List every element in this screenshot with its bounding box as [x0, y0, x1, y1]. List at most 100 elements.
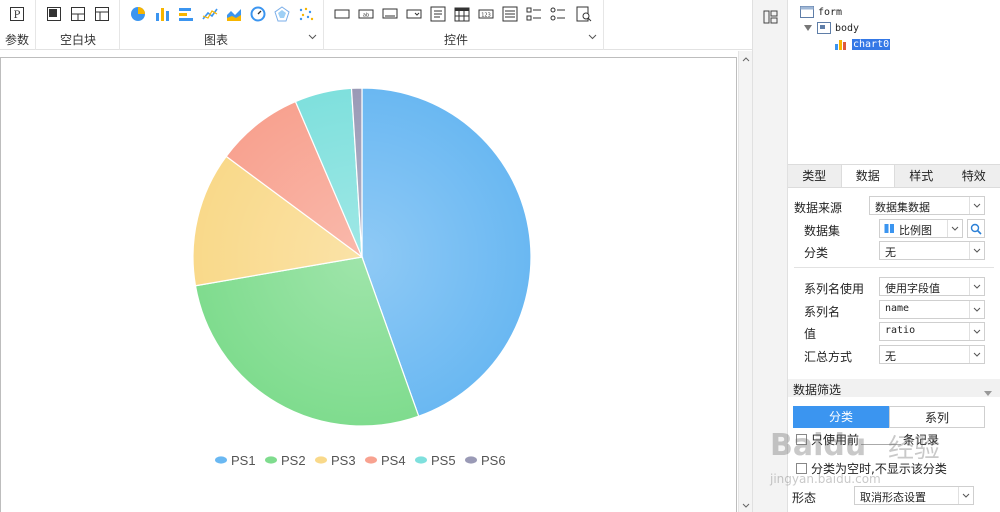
chart-widget-frame[interactable]: PS1 PS2 PS3 PS4 PS5 PS6: [0, 57, 737, 512]
scatter-chart-icon[interactable]: [298, 6, 314, 22]
param-icon[interactable]: P: [9, 6, 25, 22]
value-select[interactable]: ratio: [879, 322, 985, 341]
line-chart-icon[interactable]: [202, 6, 218, 22]
chevron-down-icon: [969, 278, 984, 295]
tree-node-chart[interactable]: chart0: [834, 37, 891, 51]
shape-label: 形态: [792, 491, 817, 505]
series-name-select[interactable]: name: [879, 300, 985, 319]
tree-node-body-label: body: [835, 22, 860, 34]
checkbox-group-widget-icon[interactable]: [526, 6, 542, 22]
legend-item-ps1[interactable]: PS1: [215, 453, 256, 468]
chevron-down-icon: [969, 197, 984, 214]
scroll-down-icon[interactable]: [741, 500, 751, 510]
gauge-chart-icon[interactable]: [250, 6, 266, 22]
summary-select[interactable]: 无: [879, 345, 985, 364]
dataset-preview-button[interactable]: [967, 219, 985, 238]
only-use-first-records-option[interactable]: 只使用前 条记录: [796, 431, 939, 447]
dataset-select[interactable]: 比例图: [879, 219, 963, 238]
chart-group-expand-icon[interactable]: [306, 31, 318, 43]
date-widget-icon[interactable]: [454, 6, 470, 22]
chevron-down-icon: [969, 301, 984, 318]
legend-marker-ps5: [415, 456, 427, 464]
svg-text:123: 123: [481, 13, 491, 19]
toolbar-group-label-widget: 控件: [444, 33, 469, 47]
data-filter-section[interactable]: 数据筛选: [788, 379, 1000, 397]
segment-category[interactable]: 分类: [793, 406, 889, 428]
blank-block-split-icon[interactable]: [70, 6, 86, 22]
hide-empty-category-label: 分类为空时,不显示该分类: [811, 461, 947, 476]
widget-group-expand-icon[interactable]: [586, 31, 598, 43]
record-count-field[interactable]: [861, 433, 902, 445]
data-source-label: 数据来源: [794, 201, 843, 215]
toolbar-group-label-chart: 图表: [204, 33, 229, 47]
body-icon: [817, 22, 831, 34]
pie-chart: PS1 PS2 PS3 PS4 PS5 PS6: [192, 87, 532, 468]
data-source-select[interactable]: 数据集数据: [869, 196, 985, 215]
only-use-first-tail: 条记录: [903, 432, 940, 447]
list-widget-icon[interactable]: [502, 6, 518, 22]
pie-chart-icon[interactable]: [130, 6, 146, 22]
category-select[interactable]: 无: [879, 241, 985, 260]
radio-group-widget-icon[interactable]: [550, 6, 566, 22]
category-label: 分类: [804, 246, 829, 260]
hide-empty-category-checkbox[interactable]: [796, 462, 807, 474]
search-widget-icon[interactable]: [576, 6, 592, 22]
canvas-vertical-scrollbar[interactable]: [738, 51, 752, 512]
tree-node-body[interactable]: body: [803, 21, 859, 35]
area-chart-icon[interactable]: [226, 6, 242, 22]
legend-item-ps5[interactable]: PS5: [415, 453, 456, 468]
legend-marker-ps2: [265, 456, 277, 464]
design-canvas: PS1 PS2 PS3 PS4 PS5 PS6: [0, 51, 752, 512]
bar-chart-icon[interactable]: [154, 6, 170, 22]
toolbar-group-param: P 参数: [0, 0, 36, 50]
series-name-label: 系列名: [804, 305, 841, 319]
blank-block-absolute-icon[interactable]: [46, 6, 62, 22]
tab-effects[interactable]: 特效: [948, 165, 1000, 187]
data-filter-title: 数据筛选: [793, 383, 842, 397]
tree-widget-icon[interactable]: [430, 6, 446, 22]
legend-marker-ps1: [215, 456, 227, 464]
data-source-row: 数据来源 数据集数据: [788, 196, 1000, 216]
combobox-widget-icon[interactable]: [406, 6, 422, 22]
tree-node-form[interactable]: form: [800, 5, 842, 19]
number-widget-icon[interactable]: 123: [478, 6, 494, 22]
legend-label-ps3: PS3: [331, 453, 356, 468]
side-tool-strip: [752, 0, 788, 512]
category-row: 分类 无: [788, 241, 1000, 261]
textfield-widget-icon[interactable]: ab: [358, 6, 374, 22]
chevron-down-icon: [958, 487, 973, 504]
blank-block-grid-icon[interactable]: [94, 6, 110, 22]
tab-type[interactable]: 类型: [788, 165, 841, 187]
chevron-down-icon: [947, 220, 962, 237]
collapse-icon[interactable]: [984, 385, 992, 399]
legend-label-ps2: PS2: [281, 453, 306, 468]
horizontal-bar-chart-icon[interactable]: [178, 6, 194, 22]
series-name-use-select[interactable]: 使用字段值: [879, 277, 985, 296]
tab-style[interactable]: 样式: [895, 165, 948, 187]
legend-item-ps6[interactable]: PS6: [465, 453, 506, 468]
button-widget-icon[interactable]: [382, 6, 398, 22]
legend-label-ps1: PS1: [231, 453, 256, 468]
layout-panel-icon[interactable]: [763, 9, 779, 25]
segment-series[interactable]: 系列: [889, 406, 985, 428]
chevron-down-icon: [969, 346, 984, 363]
dataset-value: 比例图: [899, 224, 932, 237]
tree-node-form-label: form: [818, 6, 843, 18]
tab-data[interactable]: 数据: [840, 165, 895, 187]
legend-item-ps4[interactable]: PS4: [365, 453, 406, 468]
toolbar-group-label-param: 参数: [5, 33, 30, 47]
legend-label-ps5: PS5: [431, 453, 456, 468]
hide-empty-category-option[interactable]: 分类为空时,不显示该分类: [796, 460, 947, 476]
value-row: 值 ratio: [788, 322, 1000, 342]
label-widget-icon[interactable]: [334, 6, 350, 22]
data-properties-panel: 数据来源 数据集数据 数据集 比例图 分类 无 系列名使用 使用字段值 系列名 …: [788, 188, 1000, 512]
legend-item-ps3[interactable]: PS3: [315, 453, 356, 468]
scroll-up-icon[interactable]: [741, 54, 751, 64]
legend-label-ps4: PS4: [381, 453, 406, 468]
value-label: 值: [804, 327, 817, 341]
shape-select[interactable]: 取消形态设置: [854, 486, 974, 505]
legend-item-ps2[interactable]: PS2: [265, 453, 306, 468]
only-use-first-checkbox[interactable]: [796, 433, 807, 445]
tree-expand-icon[interactable]: [803, 23, 813, 33]
radar-chart-icon[interactable]: [274, 6, 290, 22]
